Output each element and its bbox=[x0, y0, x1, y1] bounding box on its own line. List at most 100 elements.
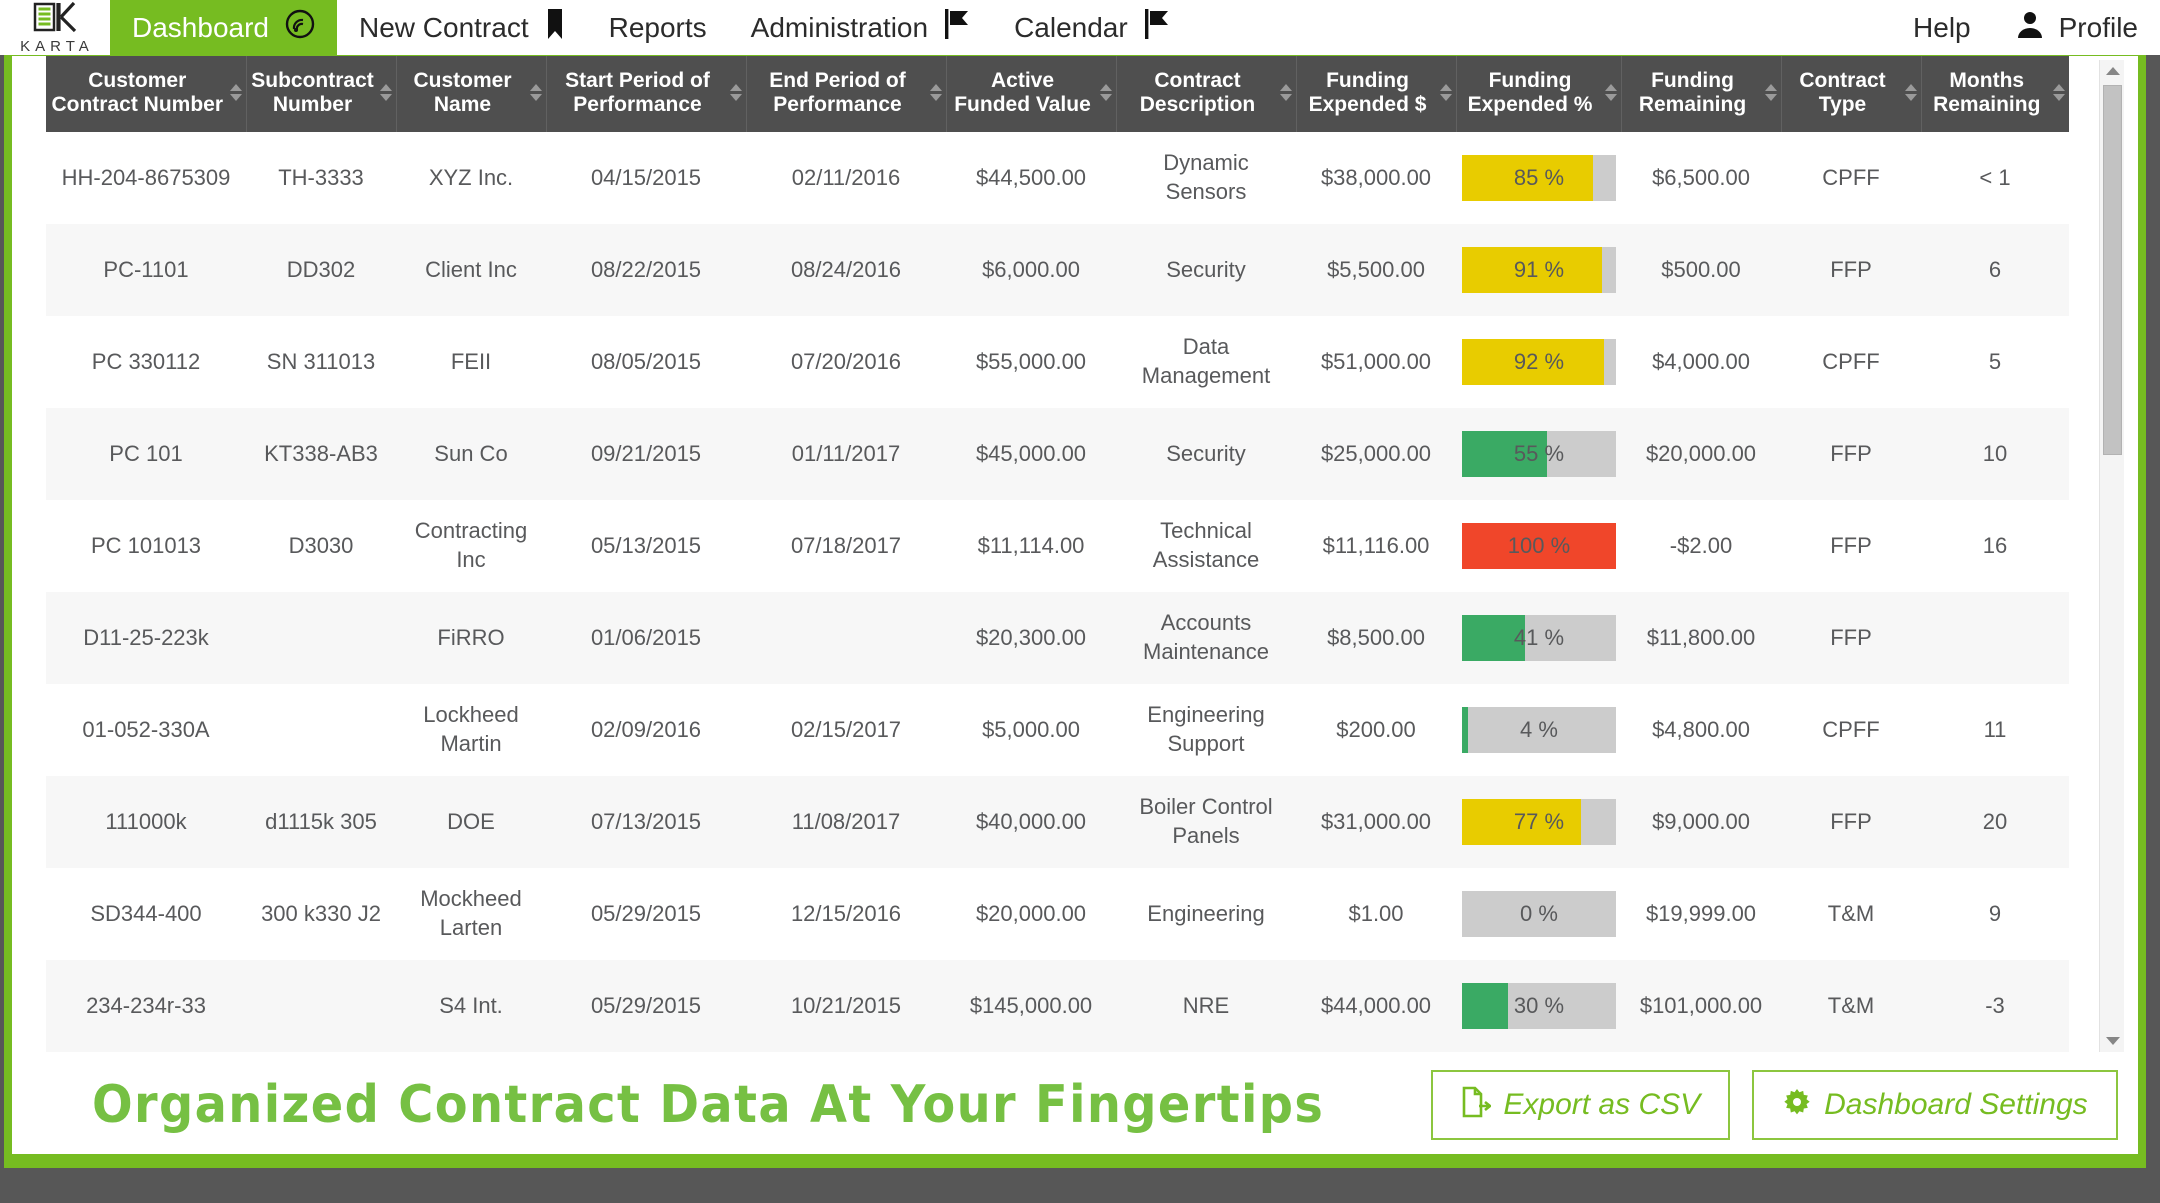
progress-bar-value: 30 % bbox=[1513, 992, 1565, 1018]
cell-customer-contract-number: D11-25-223k bbox=[46, 592, 246, 685]
table-row[interactable]: 111000k d1115k 305 DOE 07/13/2015 11/08/2017… bbox=[46, 776, 2069, 869]
sort-toggle-icon[interactable] bbox=[729, 84, 742, 102]
cell-subcontract-number: KT338-AB3 bbox=[246, 408, 396, 501]
sort-toggle-icon[interactable] bbox=[1279, 84, 1292, 102]
bookmark-icon bbox=[545, 8, 565, 47]
column-header-5[interactable]: Active Funded Value bbox=[946, 56, 1117, 133]
dashboard-settings-button[interactable]: Dashboard Settings bbox=[1752, 1070, 2118, 1140]
cell-funding-remaining: $101,000.00 bbox=[1621, 960, 1781, 1053]
table-row[interactable]: 234-234r-33 S4 Int. 05/29/2015 10/21/2015 $1… bbox=[46, 960, 2069, 1053]
cell-active-funded-value: $6,000.00 bbox=[946, 224, 1116, 317]
progress-bar-value: 100 % bbox=[1507, 532, 1571, 558]
dashboard-panel: Customer Contract Number Subcontract Numb… bbox=[12, 56, 2138, 1154]
cell-customer-name: FEII bbox=[396, 316, 546, 409]
table-row[interactable]: PC-1101 DD302 Client Inc 08/22/2015 08/24/20… bbox=[46, 224, 2069, 317]
cell-subcontract-number: TH-3333 bbox=[246, 132, 396, 225]
table-row[interactable]: PC 330112 SN 311013 FEII 08/05/2015 07/20/20… bbox=[46, 316, 2069, 409]
column-header-11[interactable]: Months Remaining bbox=[1921, 56, 2069, 133]
sort-toggle-icon[interactable] bbox=[229, 84, 242, 102]
nav-item-help[interactable]: Help bbox=[1891, 0, 1993, 55]
column-header-10[interactable]: Contract Type bbox=[1781, 56, 1922, 133]
nav-item-dashboard[interactable]: Dashboard bbox=[110, 0, 337, 55]
table-row[interactable]: HH-204-8675309 TH-3333 XYZ Inc. 04/15/2015 0… bbox=[46, 132, 2069, 225]
sort-toggle-icon[interactable] bbox=[2053, 84, 2065, 102]
nav-item-profile[interactable]: Profile bbox=[1993, 0, 2160, 55]
cell-contract-description: Accounts Maintenance bbox=[1116, 592, 1296, 685]
gear-icon bbox=[1782, 1087, 1812, 1123]
column-header-8[interactable]: Funding Expended % bbox=[1456, 56, 1622, 133]
flag-icon bbox=[944, 8, 970, 47]
cell-funding-expended-dollars: $8,500.00 bbox=[1296, 592, 1456, 685]
sort-toggle-icon[interactable] bbox=[529, 84, 542, 102]
column-header-9[interactable]: Funding Remaining bbox=[1621, 56, 1782, 133]
caret-down-icon[interactable] bbox=[2100, 1030, 2125, 1052]
column-header-label: Funding Expended % bbox=[1467, 69, 1593, 116]
cell-active-funded-value: $11,114.00 bbox=[946, 500, 1116, 593]
cell-funding-expended-dollars: $1.00 bbox=[1296, 868, 1456, 961]
column-header-2[interactable]: Customer Name bbox=[396, 56, 547, 133]
column-header-7[interactable]: Funding Expended $ bbox=[1296, 56, 1457, 133]
funding-expended-progress-cell: 100 % bbox=[1456, 500, 1621, 593]
cell-customer-name: Contracting Inc bbox=[396, 500, 546, 593]
sort-toggle-icon[interactable] bbox=[1904, 84, 1917, 102]
export-as-csv-button[interactable]: Export as CSV bbox=[1431, 1070, 1731, 1140]
cell-months-remaining: 16 bbox=[1921, 500, 2069, 593]
table-row[interactable]: PC 101013 D3030 Contracting Inc 05/13/2015 0… bbox=[46, 500, 2069, 593]
cell-months-remaining: < 1 bbox=[1921, 132, 2069, 225]
cell-active-funded-value: $55,000.00 bbox=[946, 316, 1116, 409]
progress-bar-value: 85 % bbox=[1513, 164, 1565, 190]
cell-customer-contract-number: PC 101 bbox=[46, 408, 246, 501]
cell-subcontract-number bbox=[246, 684, 396, 777]
file-export-icon bbox=[1461, 1086, 1493, 1124]
sort-toggle-icon[interactable] bbox=[1439, 84, 1452, 102]
sort-toggle-icon[interactable] bbox=[929, 84, 942, 102]
column-header-3[interactable]: Start Period of Performance bbox=[546, 56, 747, 133]
cell-funding-expended-dollars: $31,000.00 bbox=[1296, 776, 1456, 869]
sort-toggle-icon[interactable] bbox=[1604, 84, 1617, 102]
cell-customer-name: Mockheed Larten bbox=[396, 868, 546, 961]
caret-up-icon[interactable] bbox=[2100, 60, 2125, 82]
cell-funding-remaining: $11,800.00 bbox=[1621, 592, 1781, 685]
cell-funding-expended-dollars: $11,116.00 bbox=[1296, 500, 1456, 593]
cell-start-pop: 09/21/2015 bbox=[546, 408, 746, 501]
sort-toggle-icon[interactable] bbox=[379, 84, 392, 102]
cell-funding-expended-dollars: $200.00 bbox=[1296, 684, 1456, 777]
cell-months-remaining: 9 bbox=[1921, 868, 2069, 961]
cell-funding-expended-dollars: $44,000.00 bbox=[1296, 960, 1456, 1053]
table-row[interactable]: SD344-400 300 k330 J2 Mockheed Larten 05/29… bbox=[46, 868, 2069, 961]
sort-toggle-icon[interactable] bbox=[1099, 84, 1112, 102]
cell-funding-remaining: $4,000.00 bbox=[1621, 316, 1781, 409]
nav-item-calendar[interactable]: Calendar bbox=[992, 0, 1192, 55]
cell-months-remaining: 10 bbox=[1921, 408, 2069, 501]
top-navigation-bar: KARTA Dashboard New Contract Reports Adm… bbox=[0, 0, 2160, 55]
scrollbar-thumb[interactable] bbox=[2103, 85, 2122, 455]
column-header-6[interactable]: Contract Description bbox=[1116, 56, 1297, 133]
contracts-table: Customer Contract Number Subcontract Numb… bbox=[46, 56, 2069, 1053]
cell-contract-description: Technical Assistance bbox=[1116, 500, 1296, 593]
nav-item-new-contract[interactable]: New Contract bbox=[337, 0, 587, 55]
sort-toggle-icon[interactable] bbox=[1764, 84, 1777, 102]
cell-active-funded-value: $145,000.00 bbox=[946, 960, 1116, 1053]
progress-bar: 91 % bbox=[1462, 247, 1616, 294]
nav-item-reports[interactable]: Reports bbox=[587, 0, 729, 55]
table-row[interactable]: D11-25-223k FiRRO 01/06/2015 $20,300.00 Acco… bbox=[46, 592, 2069, 685]
brand-logo[interactable]: KARTA bbox=[0, 0, 110, 55]
cell-funding-expended-dollars: $5,500.00 bbox=[1296, 224, 1456, 317]
cell-start-pop: 04/15/2015 bbox=[546, 132, 746, 225]
table-vertical-scrollbar[interactable] bbox=[2099, 60, 2124, 1052]
footer-actions: Export as CSV Dashboard Settings bbox=[1431, 1070, 2118, 1140]
cell-subcontract-number: 300 k330 J2 bbox=[246, 868, 396, 961]
column-header-4[interactable]: End Period of Performance bbox=[746, 56, 947, 133]
table-row[interactable]: PC 101 KT338-AB3 Sun Co 09/21/2015 01/11/201… bbox=[46, 408, 2069, 501]
cell-start-pop: 02/09/2016 bbox=[546, 684, 746, 777]
cell-active-funded-value: $45,000.00 bbox=[946, 408, 1116, 501]
cell-active-funded-value: $44,500.00 bbox=[946, 132, 1116, 225]
cell-customer-name: XYZ Inc. bbox=[396, 132, 546, 225]
column-header-label: Customer Name bbox=[413, 69, 512, 116]
column-header-1[interactable]: Subcontract Number bbox=[246, 56, 397, 133]
table-row[interactable]: 01-052-330A Lockheed Martin 02/09/2016 02/1… bbox=[46, 684, 2069, 777]
column-header-label: Start Period of Performance bbox=[565, 69, 710, 116]
nav-item-administration[interactable]: Administration bbox=[729, 0, 992, 55]
cell-customer-name: Sun Co bbox=[396, 408, 546, 501]
column-header-0[interactable]: Customer Contract Number bbox=[46, 56, 247, 133]
